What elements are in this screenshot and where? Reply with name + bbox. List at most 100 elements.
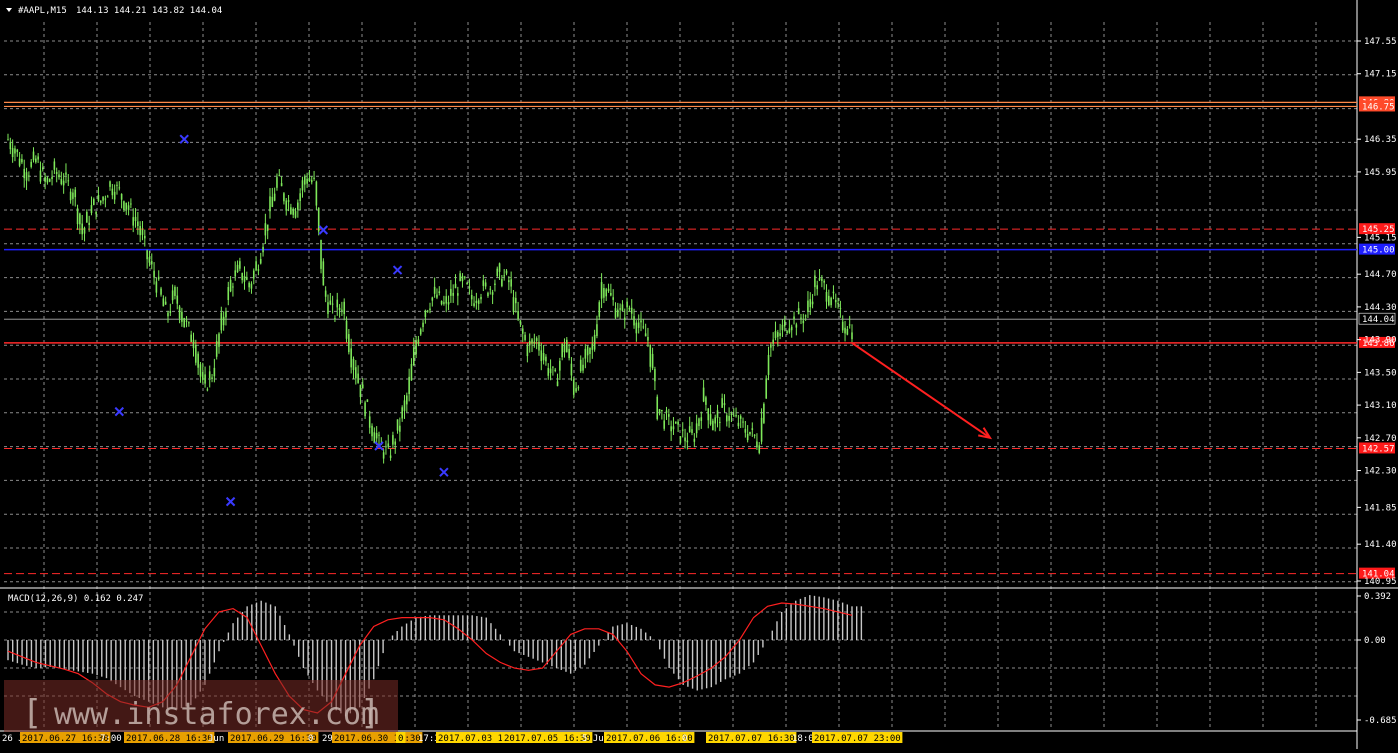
candle-body	[503, 275, 505, 277]
x-tick-label: 2017.06.27 16:30	[22, 734, 109, 744]
candle-body	[524, 334, 526, 341]
candle-body	[598, 302, 601, 317]
candle-body	[517, 311, 519, 320]
candle-body	[81, 223, 83, 235]
candle-body	[672, 426, 675, 430]
candle-body	[415, 340, 417, 355]
candle-body	[144, 235, 146, 239]
watermark-bracket-left: [	[22, 693, 42, 733]
candle-body	[137, 221, 139, 227]
candle-body	[484, 282, 487, 287]
candle-body	[157, 276, 160, 280]
x-tick-label: 29	[322, 734, 333, 744]
x-tick-label: 2017.07.07 16:30	[708, 734, 795, 744]
level-tag-label: 146.75	[1362, 102, 1395, 112]
candle-body	[53, 161, 56, 170]
candle-body	[603, 288, 605, 298]
candle-body	[758, 445, 761, 453]
candle-body	[725, 415, 728, 422]
x-tick-label: 2017.07.06 16:30	[606, 734, 693, 744]
candle-body	[753, 434, 756, 436]
candle-body	[440, 300, 443, 305]
candle-body	[88, 222, 90, 225]
candle-body	[58, 174, 60, 178]
candle-body	[839, 308, 842, 310]
candle-body	[844, 327, 846, 334]
candle-body	[243, 275, 246, 282]
candle-body	[9, 142, 12, 150]
candle-body	[630, 307, 633, 314]
candle-body	[273, 193, 276, 201]
candle-body	[83, 227, 86, 234]
candle-body	[549, 368, 552, 374]
candle-body	[239, 261, 241, 269]
chart-header[interactable]: #AAPL,M15 144.13 144.21 143.82 144.04	[6, 6, 222, 16]
candle-body	[396, 419, 399, 431]
candle-body	[496, 268, 499, 277]
candle-body	[65, 172, 67, 175]
candle-body	[508, 280, 510, 283]
candle-body	[797, 308, 800, 315]
candle-body	[433, 286, 436, 294]
candle-body	[649, 344, 652, 367]
candle-body	[519, 320, 522, 324]
candle-body	[21, 158, 23, 163]
candle-body	[41, 167, 44, 170]
candle-body	[278, 174, 281, 176]
candle-body	[554, 369, 557, 372]
y-tick-label: 143.90	[1364, 336, 1397, 346]
candle-body	[728, 415, 730, 421]
candle-body	[7, 139, 9, 141]
candle-body	[28, 175, 30, 177]
candle-body	[656, 396, 659, 420]
candle-body	[160, 288, 162, 295]
dropdown-triangle-icon[interactable]	[6, 8, 12, 12]
candle-body	[540, 350, 543, 362]
candle-body	[290, 207, 292, 215]
candle-body	[746, 433, 749, 441]
candle-body	[44, 176, 46, 182]
candle-body	[419, 329, 422, 335]
candle-body	[681, 429, 684, 431]
candle-body	[617, 309, 619, 317]
candle-body	[422, 322, 424, 328]
candle-body	[552, 366, 554, 368]
candle-body	[155, 281, 158, 293]
candle-body	[749, 431, 751, 435]
candle-body	[716, 410, 719, 418]
candle-body	[521, 328, 524, 334]
candle-body	[457, 293, 459, 296]
candle-body	[120, 193, 123, 200]
y-tick-label: 142.30	[1364, 467, 1397, 477]
candle-body	[735, 415, 737, 417]
candle-body	[271, 196, 274, 207]
candle-body	[691, 429, 693, 433]
candle-body	[301, 180, 304, 191]
y-tick-label: 145.95	[1364, 168, 1397, 178]
candle-body	[248, 282, 250, 288]
candle-body	[306, 178, 308, 184]
candle-body	[171, 290, 174, 301]
candle-body	[208, 371, 211, 378]
candle-body	[848, 324, 851, 326]
candle-body	[276, 177, 278, 188]
candle-body	[222, 316, 225, 326]
candle-body	[225, 311, 227, 318]
y-tick-label: 141.85	[1364, 503, 1397, 513]
candle-body	[250, 283, 253, 289]
candle-body	[259, 258, 262, 264]
price-candles	[7, 133, 853, 464]
candle-body	[211, 377, 213, 380]
trading-chart: 146.80146.75145.25145.00143.86142.57141.…	[0, 0, 1398, 749]
candle-body	[382, 452, 385, 459]
candle-body	[90, 205, 93, 214]
candle-body	[593, 334, 596, 350]
y-tick-label: 146.35	[1364, 135, 1397, 145]
candle-body	[542, 353, 545, 361]
candle-body	[698, 418, 700, 427]
candle-body	[236, 264, 239, 273]
candle-body	[825, 291, 828, 302]
candle-body	[220, 312, 223, 331]
candle-body	[684, 437, 686, 442]
candle-body	[375, 432, 378, 439]
